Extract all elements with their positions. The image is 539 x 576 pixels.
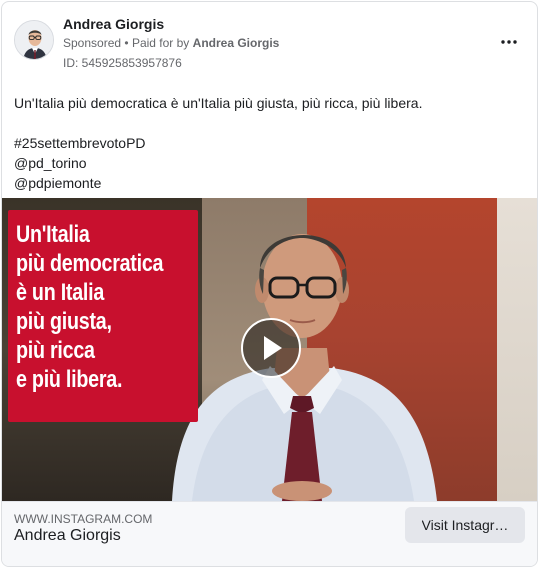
more-options-button[interactable] [497,32,521,52]
video-text-overlay: Un'Italia più democratica è un Italia pi… [8,210,198,422]
video-media[interactable]: Un'Italia più democratica è un Italia pi… [2,198,537,501]
overlay-line: più ricca [16,337,95,364]
more-horizontal-icon [501,40,517,44]
overlay-line: Un'Italia [16,221,90,248]
sponsored-line: Sponsored • Paid for by Andrea Giorgis [63,36,279,50]
caption-line-text: Un'Italia più democratica è un'Italia pi… [14,95,423,111]
video-background-edge [497,198,537,501]
ad-card: Andrea Giorgis Sponsored • Paid for by A… [1,1,538,567]
play-icon [264,336,282,360]
avatar[interactable] [14,20,54,60]
link-footer[interactable]: WWW.INSTAGRAM.COM Andrea Giorgis Visit I… [2,501,537,566]
author-name[interactable]: Andrea Giorgis [63,16,164,32]
caption-hashtag[interactable]: #25settembrevotoPD [14,133,529,153]
overlay-line: è un Italia [16,279,105,306]
sponsored-label: Sponsored [63,36,122,50]
caption-mention-pd-torino[interactable]: @pd_torino [14,153,529,173]
post-caption: Un'Italia più democratica è un'Italia pi… [14,93,529,193]
avatar-portrait-icon [15,21,53,59]
overlay-line: e più libera. [16,366,123,393]
cta-label: Visit Instagr… [421,517,509,533]
visit-instagram-button[interactable]: Visit Instagr… [405,507,525,543]
separator-dot: • [124,36,132,50]
paid-for-name: Andrea Giorgis [192,36,280,50]
paid-for-prefix: Paid for by [131,36,190,50]
link-title[interactable]: Andrea Giorgis [14,527,121,545]
link-domain: WWW.INSTAGRAM.COM [14,512,153,526]
ad-id: ID: 545925853957876 [63,56,182,70]
post-header: Andrea Giorgis Sponsored • Paid for by A… [2,2,537,82]
play-button[interactable] [241,318,301,378]
caption-mention-pdpiemonte[interactable]: @pdpiemonte [14,173,529,193]
overlay-line: più democratica [16,250,164,277]
overlay-line: più giusta, [16,308,112,335]
